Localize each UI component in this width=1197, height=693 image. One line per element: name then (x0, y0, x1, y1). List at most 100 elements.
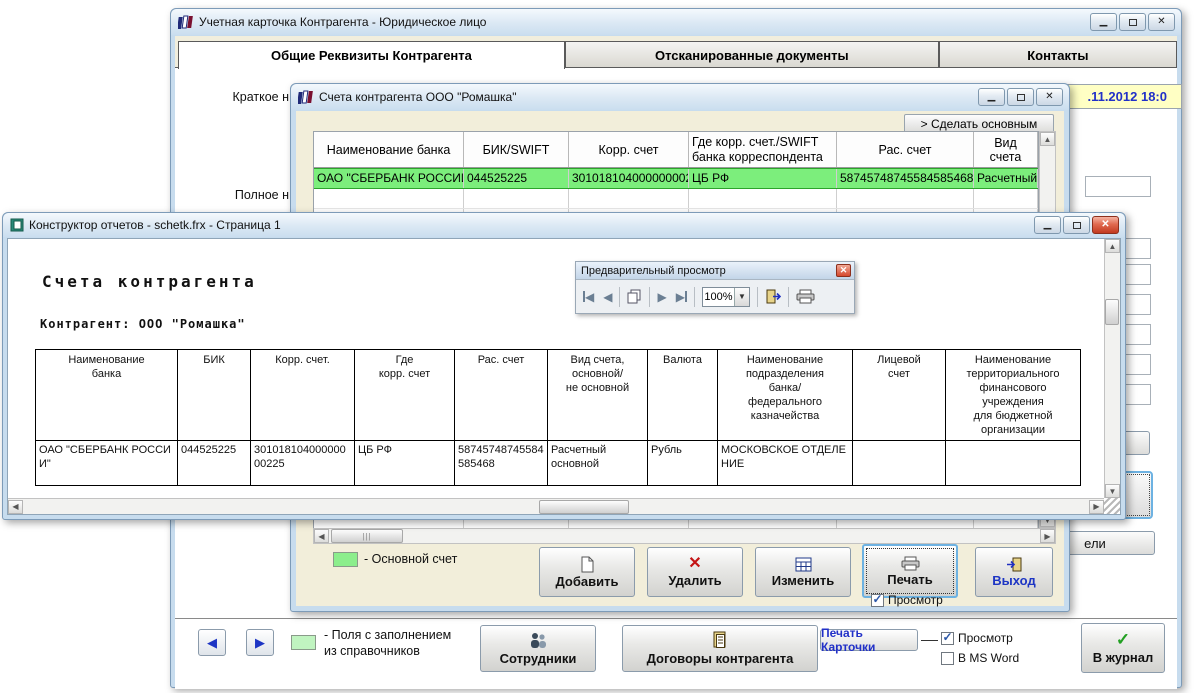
window-title: Счета контрагента ООО "Ромашка" (319, 90, 973, 104)
maximize-button[interactable] (1063, 216, 1090, 234)
rcol-corr-location: Где корр. счет (355, 350, 455, 441)
exit-door-icon (1006, 557, 1022, 572)
chevron-down-icon[interactable]: ▼ (734, 288, 749, 306)
cell-bank-name: ОАО "СБЕРБАНК РОССИИ" (314, 169, 464, 188)
window-report-designer: Конструктор отчетов - schetk.frx - Стран… (2, 212, 1126, 520)
scroll-left-icon[interactable]: ◀ (8, 500, 23, 514)
first-page-icon[interactable]: ◀ (583, 291, 594, 303)
tab-general-details[interactable]: Общие Реквизиты Контрагента (178, 41, 565, 69)
close-button[interactable]: ✕ (1092, 216, 1119, 234)
journal-button[interactable]: ✓ В журнал (1081, 623, 1165, 673)
exit-button[interactable]: Выход (975, 547, 1053, 597)
next-record-button[interactable] (246, 629, 274, 656)
print-card-button[interactable]: Печать Карточки (820, 629, 918, 651)
preview-checkbox-label: Просмотр (958, 631, 1013, 645)
col-corr-location[interactable]: Где корр. счет./SWIFT банка корреспонден… (689, 132, 837, 167)
tab-scanned-documents[interactable]: Отсканированные документы (565, 41, 939, 68)
msword-checkbox-label: В MS Word (958, 651, 1019, 665)
rcell-currency: Рубль (648, 441, 718, 486)
maximize-button[interactable] (1007, 88, 1034, 106)
journal-button-label: В журнал (1093, 650, 1154, 665)
add-button-label: Добавить (556, 574, 619, 589)
employees-button-label: Сотрудники (500, 651, 577, 666)
rcell-bik: 044525225 (178, 441, 251, 486)
scroll-up-icon[interactable]: ▲ (1105, 239, 1120, 253)
rcell-settlement-account: 58745748745584585468 (455, 441, 548, 486)
input-field[interactable] (1085, 176, 1151, 197)
report-horizontal-scrollbar[interactable]: ◀ ▶ (8, 498, 1104, 514)
empty-cell (974, 189, 1038, 208)
print-button-label: Печать (887, 572, 932, 587)
contracts-button[interactable]: Договоры контрагента (622, 625, 818, 672)
add-button[interactable]: Добавить (539, 547, 635, 597)
empty-cell (689, 189, 837, 208)
preview-toolbar-title: Предварительный просмотр (581, 265, 726, 277)
col-bank-name[interactable]: Наименование банка (314, 132, 464, 167)
close-icon[interactable]: ✕ (836, 264, 851, 277)
close-button[interactable]: ✕ (1148, 13, 1175, 31)
report-doc-title: Счета контрагента (42, 272, 257, 291)
col-settlement-account[interactable]: Рас. счет (837, 132, 974, 167)
zoom-select[interactable]: 100% ▼ (702, 287, 750, 307)
msword-checkbox[interactable] (941, 652, 954, 665)
goto-page-icon[interactable] (627, 289, 642, 304)
minimize-button[interactable]: ▁ (978, 88, 1005, 106)
accounts-horizontal-scrollbar[interactable]: ◀ ||| ▶ (313, 528, 1056, 544)
close-preview-door-icon[interactable] (765, 289, 781, 304)
new-page-icon (580, 556, 594, 573)
rcol-currency: Валюта (648, 350, 718, 441)
next-page-icon[interactable]: ▶ (657, 291, 666, 303)
printer-icon (901, 556, 920, 571)
prev-record-button[interactable] (198, 629, 226, 656)
print-preview-checkbox-label: Просмотр (888, 593, 943, 607)
contracts-button-label: Договоры контрагента (647, 651, 794, 666)
resize-grip[interactable] (1104, 498, 1120, 514)
report-titlebar[interactable]: Конструктор отчетов - schetk.frx - Стран… (3, 213, 1125, 237)
rcell-corr-account: 30101810400000000225 (251, 441, 355, 486)
edit-button[interactable]: Изменить (755, 547, 851, 597)
scroll-right-icon[interactable]: ▶ (1089, 500, 1104, 514)
grid-icon (795, 557, 812, 572)
accounts-titlebar[interactable]: Счета контрагента ООО "Ромашка" ▁ ✕ (291, 84, 1069, 110)
rcol-bik: БИК (178, 350, 251, 441)
preview-checkbox[interactable] (941, 632, 954, 645)
print-button[interactable]: Печать (862, 544, 958, 598)
report-data-row: ОАО "СБЕРБАНК РОССИИ" 044525225 30101810… (36, 441, 1081, 486)
last-page-icon[interactable]: ▶ (676, 291, 687, 303)
prev-page-icon[interactable]: ◀ (603, 291, 612, 303)
contracts-icon (712, 631, 728, 649)
print-preview-checkbox[interactable] (871, 594, 884, 607)
empty-cell (837, 189, 974, 208)
cell-account-type: Расчетный (974, 169, 1038, 188)
minimize-button[interactable]: ▁ (1034, 216, 1061, 234)
account-row-empty[interactable] (314, 189, 1038, 209)
scroll-up-icon[interactable]: ▲ (1040, 132, 1055, 146)
maximize-button[interactable] (1119, 13, 1146, 31)
cell-bik: 044525225 (464, 169, 569, 188)
scroll-down-icon[interactable]: ▼ (1105, 484, 1120, 498)
preview-toolbar-titlebar[interactable]: Предварительный просмотр ✕ (576, 262, 854, 280)
printer-icon[interactable] (796, 289, 815, 304)
report-page: Счета контрагента Контрагент: ООО "Ромаш… (8, 239, 1104, 498)
col-bik-swift[interactable]: БИК/SWIFT (464, 132, 569, 167)
contractor-card-titlebar[interactable]: Учетная карточка Контрагента - Юридическ… (171, 9, 1181, 35)
account-row-selected[interactable]: ОАО "СБЕРБАНК РОССИИ" 044525225 30101810… (314, 168, 1038, 189)
tab-contacts[interactable]: Контакты (939, 41, 1177, 68)
edit-button-label: Изменить (772, 573, 835, 588)
scroll-left-icon[interactable]: ◀ (314, 529, 329, 543)
scroll-right-icon[interactable]: ▶ (1040, 529, 1055, 543)
close-button[interactable]: ✕ (1036, 88, 1063, 106)
employees-button[interactable]: Сотрудники (480, 625, 596, 672)
col-account-type[interactable]: Вид счета (974, 132, 1038, 167)
delete-button[interactable]: ✕ Удалить (647, 547, 743, 597)
scrollbar-thumb[interactable]: ||| (331, 529, 403, 543)
report-vertical-scrollbar[interactable]: ▲ ▼ (1104, 239, 1120, 498)
exit-button-label: Выход (992, 573, 1035, 588)
empty-cell (569, 189, 689, 208)
tab-strip: Общие Реквизиты Контрагента Отсканирован… (175, 36, 1177, 68)
col-corr-account[interactable]: Корр. счет (569, 132, 689, 167)
scrollbar-thumb[interactable] (539, 500, 629, 514)
minimize-button[interactable]: ▁ (1090, 13, 1117, 31)
scrollbar-thumb[interactable] (1105, 299, 1119, 325)
rcell-corr-location: ЦБ РФ (355, 441, 455, 486)
